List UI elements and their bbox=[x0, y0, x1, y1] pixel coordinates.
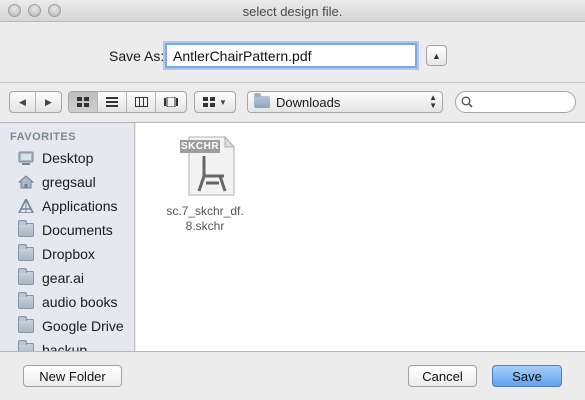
file-item[interactable]: SKCHR bbox=[179, 135, 236, 196]
sidebar-item-label: audio books bbox=[42, 294, 118, 310]
collapse-toggle-button[interactable]: ▲ bbox=[426, 45, 447, 66]
sidebar-item-label: Applications bbox=[42, 198, 118, 214]
chevron-down-icon: ▼ bbox=[219, 97, 227, 107]
chevron-right-icon: ▶ bbox=[45, 96, 52, 107]
search-icon bbox=[461, 96, 473, 108]
sidebar-item-dropbox[interactable]: Dropbox bbox=[0, 242, 134, 266]
sidebar-item-audio-books[interactable]: audio books bbox=[0, 290, 134, 314]
title-bar: select design file. bbox=[0, 0, 585, 22]
sidebar-item-backup[interactable]: backup bbox=[0, 338, 134, 351]
window-title: select design file. bbox=[242, 4, 343, 19]
folder-icon bbox=[18, 244, 34, 261]
forward-button[interactable]: ▶ bbox=[36, 92, 61, 112]
sidebar-item-gear-ai[interactable]: gear.ai bbox=[0, 266, 134, 290]
folder-icon bbox=[18, 340, 34, 351]
desktop-icon bbox=[18, 151, 34, 165]
sidebar: FAVORITES Desktop gregsaul Applications … bbox=[0, 123, 135, 351]
columns-icon bbox=[134, 97, 148, 107]
file-badge: SKCHR bbox=[181, 141, 220, 152]
view-mode-segment bbox=[68, 91, 187, 113]
save-button[interactable]: Save bbox=[492, 365, 562, 387]
home-icon bbox=[17, 175, 35, 189]
sidebar-item-documents[interactable]: Documents bbox=[0, 218, 134, 242]
footer-divider bbox=[0, 351, 585, 352]
list-icon bbox=[106, 97, 118, 107]
chevron-left-icon: ◀ bbox=[19, 96, 26, 107]
sidebar-item-label: Google Drive bbox=[42, 318, 124, 334]
icon-view-button[interactable] bbox=[69, 92, 98, 112]
back-button[interactable]: ◀ bbox=[10, 92, 36, 112]
sidebar-item-label: Documents bbox=[42, 222, 113, 238]
arrange-button[interactable]: ▼ bbox=[194, 91, 236, 113]
file-name[interactable]: sc.7_skchr_df. 8.skchr bbox=[150, 204, 260, 234]
toolbar-divider bbox=[0, 82, 585, 83]
folder-icon bbox=[254, 93, 270, 108]
applications-icon bbox=[17, 197, 35, 214]
folder-icon bbox=[18, 316, 34, 333]
coverflow-icon bbox=[164, 97, 178, 107]
sidebar-item-label: Desktop bbox=[42, 150, 94, 166]
folder-icon bbox=[18, 292, 34, 309]
sidebar-item-label: gear.ai bbox=[42, 270, 85, 286]
cancel-button[interactable]: Cancel bbox=[408, 365, 477, 387]
location-popup[interactable]: Downloads ▲ ▼ bbox=[247, 91, 443, 113]
save-as-field[interactable] bbox=[165, 43, 417, 68]
folder-icon bbox=[18, 220, 34, 237]
list-view-button[interactable] bbox=[98, 92, 127, 112]
sidebar-item-google-drive[interactable]: Google Drive bbox=[0, 314, 134, 338]
search-field[interactable] bbox=[455, 91, 576, 113]
sidebar-item-applications[interactable]: Applications bbox=[0, 194, 134, 218]
arrange-icon: ▼ bbox=[195, 92, 235, 112]
file-name-line2: 8.skchr bbox=[185, 219, 225, 233]
favorites-header: FAVORITES bbox=[10, 131, 77, 143]
sidebar-item-label: gregsaul bbox=[42, 174, 96, 190]
sidebar-item-label: backup bbox=[42, 342, 88, 351]
file-name-line1: sc.7_skchr_df. bbox=[166, 204, 244, 218]
folder-icon bbox=[18, 268, 34, 285]
location-label: Downloads bbox=[276, 94, 341, 110]
sidebar-item-label: Dropbox bbox=[42, 246, 95, 262]
updown-arrows-icon: ▲ ▼ bbox=[429, 93, 437, 110]
chevron-up-icon: ▲ bbox=[432, 50, 441, 61]
navigation-segment: ◀ ▶ bbox=[9, 91, 62, 113]
column-view-button[interactable] bbox=[127, 92, 156, 112]
coverflow-view-button[interactable] bbox=[156, 92, 186, 112]
save-as-label: Save As: bbox=[109, 48, 165, 64]
sidebar-item-gregsaul[interactable]: gregsaul bbox=[0, 170, 134, 194]
new-folder-button[interactable]: New Folder bbox=[23, 365, 122, 387]
icon-grid-icon bbox=[77, 97, 89, 107]
sidebar-item-desktop[interactable]: Desktop bbox=[0, 146, 134, 170]
